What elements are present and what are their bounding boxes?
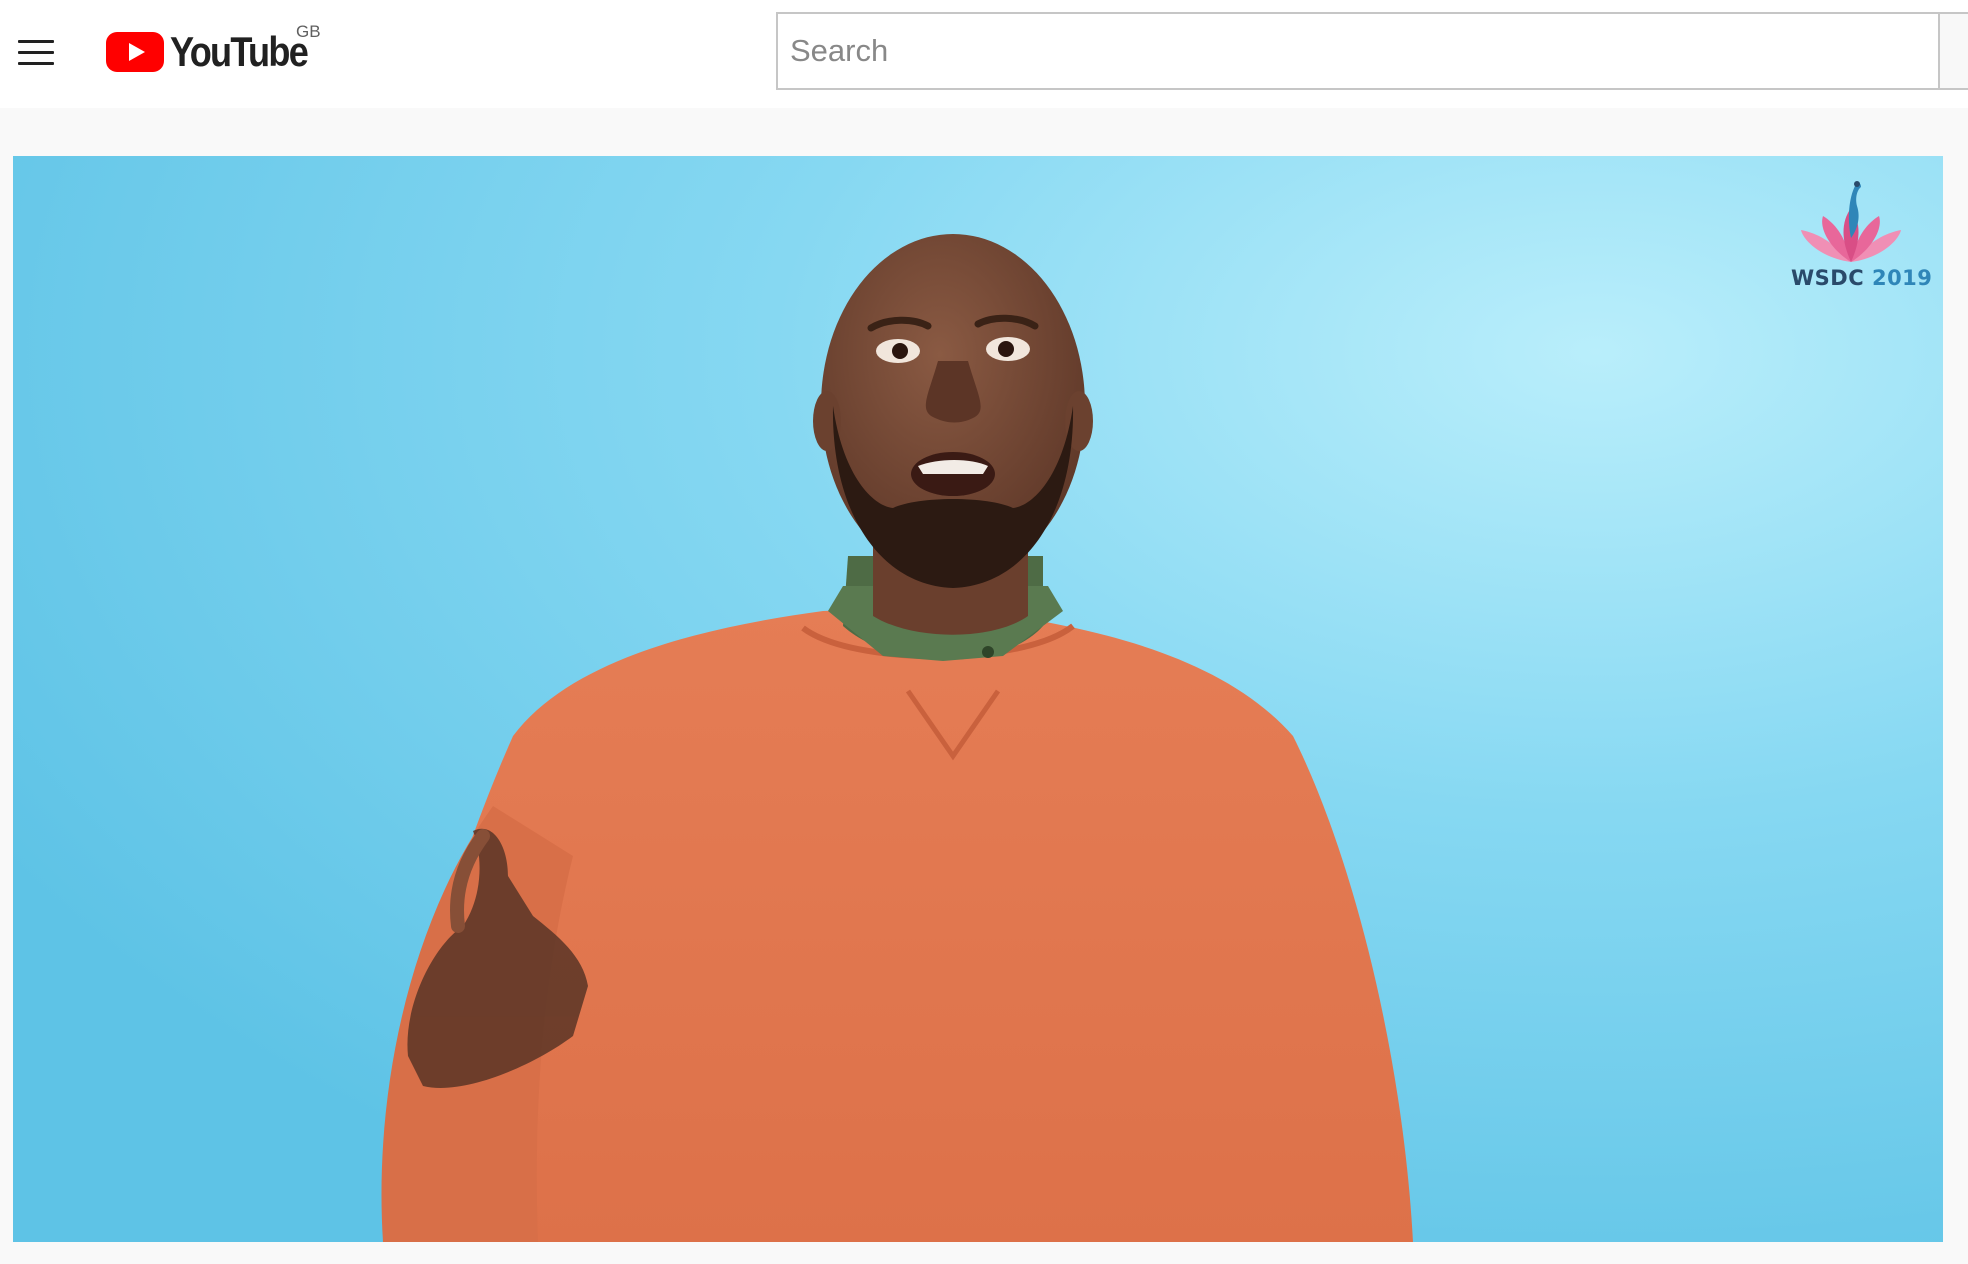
watermark-text-primary: WSDC: [1791, 266, 1865, 290]
youtube-wordmark: YouTube: [170, 28, 309, 75]
watermark-text-secondary: 2019: [1871, 266, 1933, 290]
country-code: GB: [296, 22, 321, 41]
watermark-text: WSDC 2019: [1791, 266, 1932, 290]
hamburger-menu-icon[interactable]: [14, 34, 54, 70]
youtube-play-icon: [106, 32, 164, 72]
search-box[interactable]: [776, 12, 1940, 90]
search-input[interactable]: [778, 14, 1938, 88]
peacock-lotus-logo-icon: [1801, 181, 1901, 262]
wsdc-watermark: WSDC 2019: [1791, 178, 1932, 290]
video-frame: [13, 156, 1943, 1242]
masthead: YouTube GB: [0, 0, 1968, 108]
video-player[interactable]: WSDC 2019: [13, 156, 1943, 1242]
search-button[interactable]: [1940, 12, 1968, 90]
